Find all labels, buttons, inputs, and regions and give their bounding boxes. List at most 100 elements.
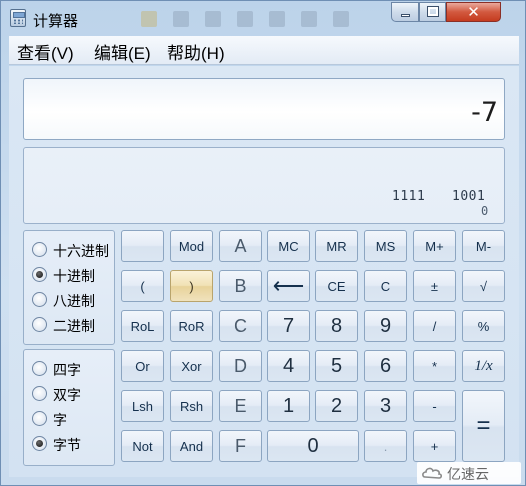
hex-b-button[interactable]: B (219, 270, 262, 302)
calculator-icon (10, 9, 26, 27)
equals-button[interactable]: = (462, 390, 505, 462)
xor-button[interactable]: Xor (170, 350, 213, 382)
hex-d-button[interactable]: D (219, 350, 262, 382)
radio-qword-label: 四字 (53, 362, 81, 378)
radio-oct-label: 八进制 (53, 293, 95, 309)
radio-oct-button[interactable] (32, 292, 47, 307)
radio-word-button[interactable] (32, 411, 47, 426)
radio-dec[interactable]: 十进制 (32, 265, 114, 285)
radio-dword[interactable]: 双字 (32, 384, 114, 404)
ghost-icon (269, 11, 285, 27)
bit-group-a: 1111 (392, 189, 426, 204)
toolbar-ghost-icons (119, 11, 369, 29)
digit-0-button[interactable]: 0 (267, 430, 359, 462)
subtract-button[interactable]: - (413, 390, 456, 422)
ghost-icon (333, 11, 349, 27)
bit-group-b: 1001 (452, 189, 486, 204)
square-root-button[interactable]: √ (462, 270, 505, 302)
hex-f-button[interactable]: F (219, 430, 262, 462)
ghost-icon (301, 11, 317, 27)
digit-5-button[interactable]: 5 (315, 350, 358, 382)
radio-dec-button[interactable] (32, 267, 47, 282)
rotate-right-button[interactable]: RoR (170, 310, 213, 342)
menu-help[interactable]: 帮助(H) (167, 39, 225, 64)
menu-bar: 查看(V) 编辑(E) 帮助(H) (9, 36, 519, 65)
digit-9-button[interactable]: 9 (364, 310, 407, 342)
digit-8-button[interactable]: 8 (315, 310, 358, 342)
number-base-group: 十六进制 十进制 八进制 二进制 (23, 230, 115, 345)
close-button[interactable]: ✕ (446, 2, 501, 22)
close-paren-button[interactable]: ) (170, 270, 213, 302)
ghost-icon (205, 11, 221, 27)
minimize-button[interactable] (391, 2, 419, 22)
reciprocal-button[interactable]: 1/x (462, 350, 505, 382)
digit-6-button[interactable]: 6 (364, 350, 407, 382)
memory-clear-button[interactable]: MC (267, 230, 310, 262)
radio-bin-label: 二进制 (53, 318, 95, 334)
multiply-button[interactable]: * (413, 350, 456, 382)
ghost-icon (237, 11, 253, 27)
percent-button[interactable]: % (462, 310, 505, 342)
cloud-logo-icon (422, 467, 443, 479)
maximize-icon (427, 6, 439, 17)
radio-word-label: 字 (53, 412, 67, 428)
radio-hex-label: 十六进制 (53, 243, 109, 259)
rotate-left-button[interactable]: RoL (121, 310, 164, 342)
maximize-button[interactable] (419, 2, 446, 22)
hex-e-button[interactable]: E (219, 390, 262, 422)
title-bar[interactable]: 计算器 ✕ (1, 1, 525, 35)
clear-entry-button[interactable]: CE (315, 270, 358, 302)
radio-byte[interactable]: 字节 (32, 434, 114, 454)
divide-button[interactable]: / (413, 310, 456, 342)
watermark: 亿速云 (417, 462, 521, 484)
bit-position-label: 0 (481, 204, 489, 218)
digit-2-button[interactable]: 2 (315, 390, 358, 422)
digit-1-button[interactable]: 1 (267, 390, 310, 422)
radio-bin-button[interactable] (32, 317, 47, 332)
radio-hex-button[interactable] (32, 242, 47, 257)
hex-c-button[interactable]: C (219, 310, 262, 342)
watermark-text: 亿速云 (447, 466, 489, 482)
digit-3-button[interactable]: 3 (364, 390, 407, 422)
left-shift-button[interactable]: Lsh (121, 390, 164, 422)
radio-dword-button[interactable] (32, 386, 47, 401)
radio-qword[interactable]: 四字 (32, 359, 114, 379)
clear-button[interactable]: C (364, 270, 407, 302)
radio-word[interactable]: 字 (32, 409, 114, 429)
digit-4-button[interactable]: 4 (267, 350, 310, 382)
radio-hex[interactable]: 十六进制 (32, 240, 114, 260)
decimal-button[interactable]: . (364, 430, 407, 462)
blank-button[interactable] (121, 230, 164, 262)
backspace-button[interactable]: ⟵ (267, 270, 310, 302)
memory-recall-button[interactable]: MR (315, 230, 358, 262)
memory-store-button[interactable]: MS (364, 230, 407, 262)
menu-view[interactable]: 查看(V) (17, 39, 74, 64)
right-shift-button[interactable]: Rsh (170, 390, 213, 422)
calculator-body: - 7 1111 1001 0 十六进制 十进制 八进制 二进制 四字 双字 字 … (9, 66, 519, 477)
calculator-window: 计算器 ✕ 查看(V) 编辑(E) 帮助(H) - 7 1111 1001 0 十… (0, 0, 526, 486)
open-paren-button[interactable]: ( (121, 270, 164, 302)
radio-bin[interactable]: 二进制 (32, 315, 114, 335)
radio-oct[interactable]: 八进制 (32, 290, 114, 310)
or-button[interactable]: Or (121, 350, 164, 382)
window-title: 计算器 (33, 13, 79, 30)
hex-a-button[interactable]: A (219, 230, 262, 262)
radio-dword-label: 双字 (53, 387, 81, 403)
memory-add-button[interactable]: M+ (413, 230, 456, 262)
menu-edit[interactable]: 编辑(E) (94, 39, 151, 64)
minimize-icon (401, 14, 410, 17)
add-button[interactable]: + (413, 430, 456, 462)
bit-display-panel: 1111 1001 0 (23, 147, 505, 224)
mod-button[interactable]: Mod (170, 230, 213, 262)
not-button[interactable]: Not (121, 430, 164, 462)
close-icon: ✕ (467, 3, 480, 21)
negate-button[interactable]: ± (413, 270, 456, 302)
digit-7-button[interactable]: 7 (267, 310, 310, 342)
radio-qword-button[interactable] (32, 361, 47, 376)
memory-subtract-button[interactable]: M- (462, 230, 505, 262)
word-size-group: 四字 双字 字 字节 (23, 349, 115, 466)
radio-byte-button[interactable] (32, 436, 47, 451)
and-button[interactable]: And (170, 430, 213, 462)
ghost-icon (173, 11, 189, 27)
ghost-icon (141, 11, 157, 27)
